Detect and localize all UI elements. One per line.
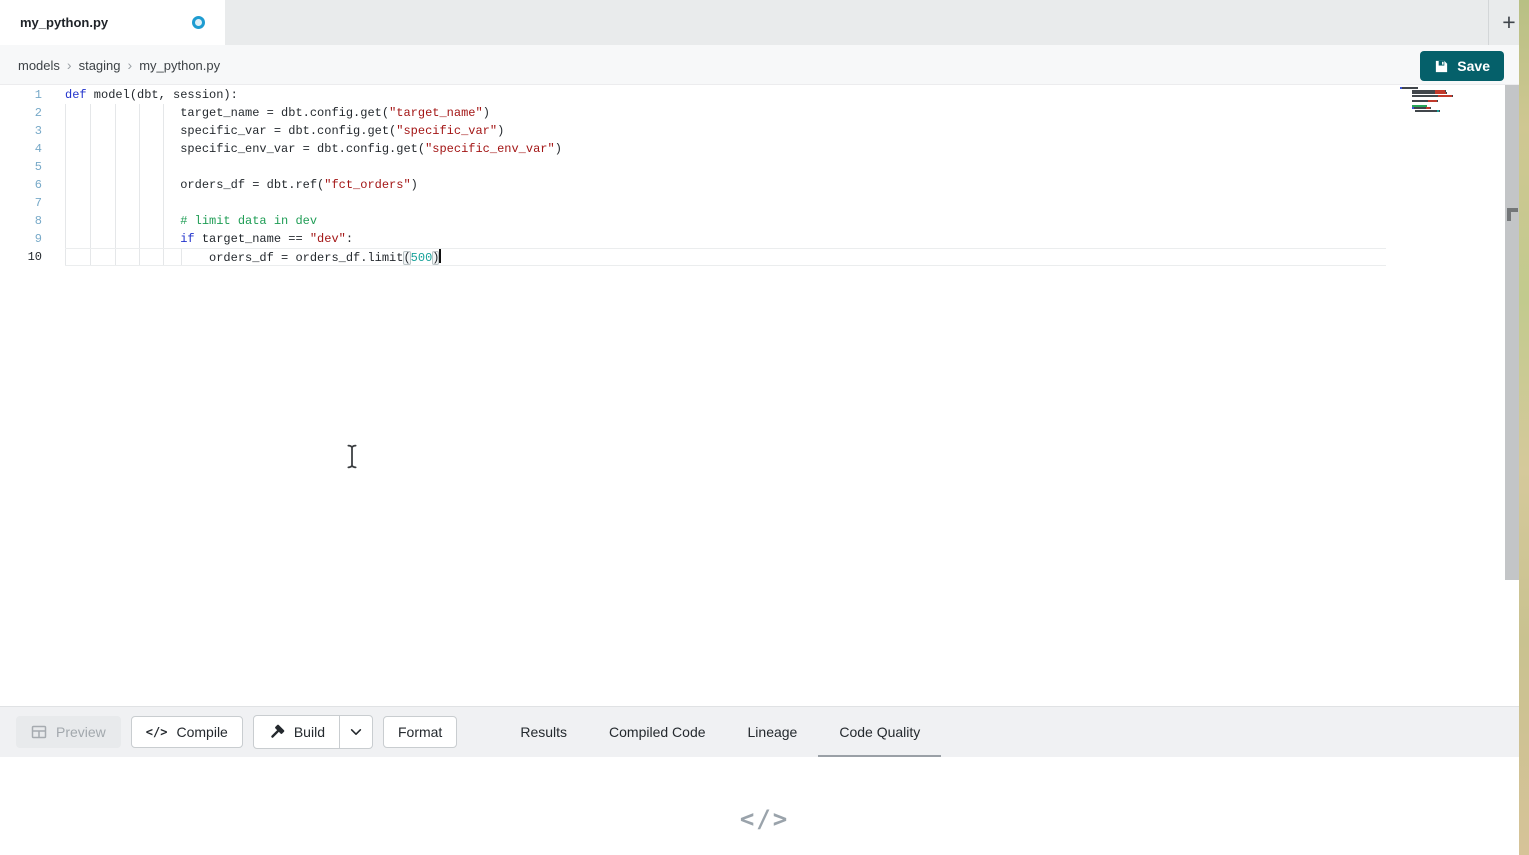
tab-bar-filler <box>225 0 1488 45</box>
breadcrumb-item[interactable]: staging <box>79 58 121 73</box>
line-number: 10 <box>0 248 42 266</box>
minimap[interactable] <box>1400 87 1500 112</box>
save-button[interactable]: Save <box>1420 51 1504 81</box>
code-line[interactable]: 4 specific_env_var = dbt.config.get("spe… <box>0 140 1519 158</box>
window-edge-strip <box>1519 0 1529 855</box>
save-button-label: Save <box>1457 58 1490 74</box>
code-line[interactable]: 7 <box>0 194 1519 212</box>
build-button[interactable]: Build <box>254 716 339 748</box>
mouse-ibeam-cursor <box>346 444 358 474</box>
table-icon <box>31 724 47 740</box>
code-editor[interactable]: 1def model(dbt, session):2 target_name =… <box>0 85 1519 706</box>
hammer-icon <box>268 724 285 741</box>
code-text: target_name = dbt.config.get("target_nam… <box>65 104 490 122</box>
code-line[interactable]: 5 <box>0 158 1519 176</box>
format-button-label: Format <box>398 724 442 740</box>
code-brackets-icon: </> <box>146 725 168 739</box>
line-number: 6 <box>0 176 42 194</box>
breadcrumb: models › staging › my_python.py <box>18 45 220 85</box>
line-number: 3 <box>0 122 42 140</box>
chevron-down-icon <box>349 725 363 739</box>
line-number: 9 <box>0 230 42 248</box>
build-split-button: Build <box>253 715 373 749</box>
minimap-line <box>1400 110 1500 113</box>
result-pane-tabs: ResultsCompiled CodeLineageCode Quality <box>499 707 941 758</box>
line-number: 4 <box>0 140 42 158</box>
code-text: if target_name == "dev": <box>65 230 353 248</box>
line-number: 1 <box>0 86 42 104</box>
format-button[interactable]: Format <box>383 716 457 748</box>
code-line[interactable]: 9 if target_name == "dev": <box>0 230 1519 248</box>
code-line[interactable]: 8 # limit data in dev <box>0 212 1519 230</box>
line-number: 5 <box>0 158 42 176</box>
pane-tab-results[interactable]: Results <box>499 707 588 758</box>
line-number: 8 <box>0 212 42 230</box>
code-line[interactable]: 3 specific_var = dbt.config.get("specifi… <box>0 122 1519 140</box>
editor-scrollbar[interactable] <box>1505 85 1519 580</box>
code-text: specific_var = dbt.config.get("specific_… <box>65 122 504 140</box>
file-header-bar: models › staging › my_python.py Save <box>0 45 1529 85</box>
code-line[interactable]: 10 orders_df = orders_df.limit(500) <box>0 248 1519 266</box>
code-quality-pane: </> <box>0 757 1529 855</box>
tab-title: my_python.py <box>20 15 108 30</box>
line-number: 2 <box>0 104 42 122</box>
code-icon: </> <box>740 805 789 833</box>
dbt-cloud-ide: my_python.py + models › staging › my_python.… <box>0 0 1529 855</box>
code-text: # limit data in dev <box>65 212 317 230</box>
pane-tab-lineage[interactable]: Lineage <box>727 707 819 758</box>
build-options-button[interactable] <box>339 716 372 748</box>
scrollbar-cursor-marker <box>1507 208 1518 221</box>
line-number: 7 <box>0 194 42 212</box>
bottom-toolbar: Preview </> Compile Build <box>0 706 1529 757</box>
preview-button-label: Preview <box>56 724 106 740</box>
breadcrumb-separator-icon: › <box>67 57 72 73</box>
tab-my-python-py[interactable]: my_python.py <box>0 0 225 45</box>
code-line[interactable]: 2 target_name = dbt.config.get("target_n… <box>0 104 1519 122</box>
code-text: specific_env_var = dbt.config.get("speci… <box>65 140 562 158</box>
breadcrumb-item[interactable]: models <box>18 58 60 73</box>
build-button-label: Build <box>294 724 325 740</box>
editor-tab-bar: my_python.py + <box>0 0 1529 45</box>
breadcrumb-separator-icon: › <box>128 57 133 73</box>
code-text: orders_df = dbt.ref("fct_orders") <box>65 176 418 194</box>
compile-button[interactable]: </> Compile <box>131 716 243 748</box>
preview-button[interactable]: Preview <box>16 716 121 748</box>
unsaved-changes-dot-icon <box>192 16 205 29</box>
code-text: orders_df = orders_df.limit(500) <box>65 248 1386 266</box>
floppy-disk-icon <box>1434 59 1449 74</box>
code-lines: 1def model(dbt, session):2 target_name =… <box>0 86 1519 266</box>
text-caret <box>439 249 441 263</box>
pane-tab-code-quality[interactable]: Code Quality <box>818 707 941 758</box>
pane-tab-compiled-code[interactable]: Compiled Code <box>588 707 727 758</box>
breadcrumb-item[interactable]: my_python.py <box>139 58 220 73</box>
code-line[interactable]: 1 def model(dbt, session): <box>0 86 1519 104</box>
code-line[interactable]: 6 orders_df = dbt.ref("fct_orders") <box>0 176 1519 194</box>
code-text: def model(dbt, session): <box>65 86 238 104</box>
compile-button-label: Compile <box>176 724 227 740</box>
